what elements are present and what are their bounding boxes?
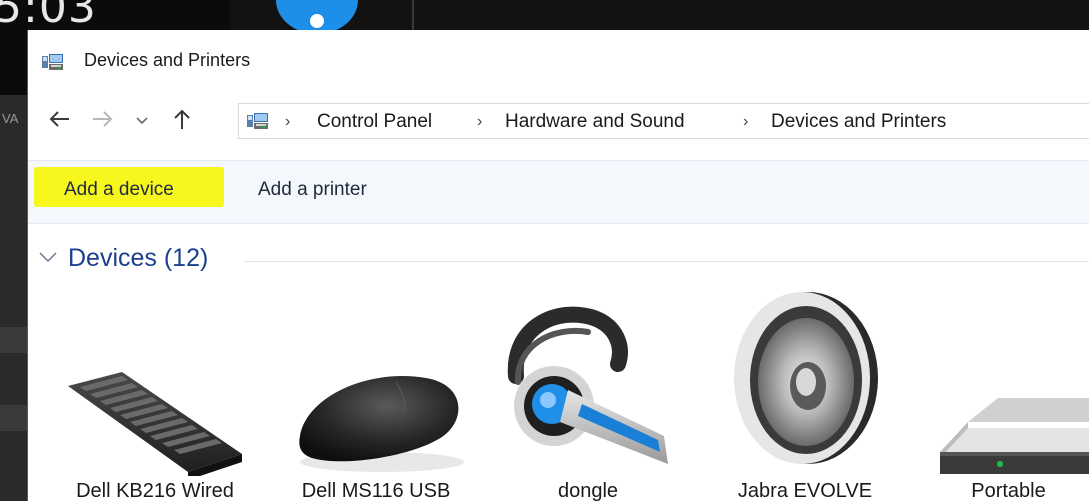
add-a-device-button[interactable]: Add a device [64,179,174,201]
group-divider [244,261,1089,262]
device-item[interactable]: Dell KB216 Wired [50,286,260,501]
add-a-printer-button[interactable]: Add a printer [258,179,367,201]
chevron-down-icon [136,112,148,130]
device-label: Dell MS116 USB [301,480,451,501]
chevron-down-icon[interactable] [38,250,58,268]
devices-and-printers-icon [247,113,269,134]
device-item[interactable]: Jabra EVOLVE [710,286,900,501]
device-label: dongle [557,480,619,501]
window-title: Devices and Printers [84,50,251,70]
devices-group-title: Devices (12) [68,244,209,272]
devices-group-header[interactable]: Devices (12) [38,244,1089,276]
command-bar: Add a device Add a printer [28,160,1089,224]
recent-locations-button[interactable] [130,96,154,146]
navigation-bar: › Control Panel › Hardware and Sound › D… [28,96,1089,146]
background-left-panel [0,95,28,501]
breadcrumb-devices-and-printers[interactable]: Devices and Printers [771,111,946,133]
breadcrumb-separator-icon[interactable]: › [743,113,748,131]
up-button[interactable] [164,96,200,146]
breadcrumb-hardware-and-sound[interactable]: Hardware and Sound [505,111,685,133]
address-bar[interactable]: › Control Panel › Hardware and Sound › D… [238,103,1089,139]
background-divider [412,0,414,30]
breadcrumb-control-panel[interactable]: Control Panel [317,111,432,133]
device-item[interactable]: dongle [498,286,678,501]
device-label: Dell KB216 Wired [76,480,234,501]
title-bar[interactable]: Devices and Printers [28,30,1089,92]
arrow-right-icon [91,110,113,133]
breadcrumb-separator-icon[interactable]: › [285,113,290,131]
device-item[interactable]: Dell MS116 USB [276,286,476,501]
background-band [0,405,28,431]
background-band [0,327,28,353]
background-side-text: VA [2,111,19,126]
background-app-bar [230,0,1089,30]
devices-and-printers-icon [42,54,64,70]
desktop-clock: 5:03 [0,0,97,33]
breadcrumb-separator-icon[interactable]: › [477,113,482,131]
device-item[interactable]: Portable [928,286,1089,501]
device-label: Jabra EVOLVE [737,480,873,501]
back-button[interactable] [42,96,78,146]
device-label: Portable [971,480,1046,501]
screen: 5:03 VA Devices and Printers › Control P… [0,0,1089,501]
devices-and-printers-window: Devices and Printers › Control Panel › H… [28,30,1089,501]
forward-button[interactable] [84,96,120,146]
arrow-up-icon [173,108,191,135]
arrow-left-icon [49,110,71,133]
